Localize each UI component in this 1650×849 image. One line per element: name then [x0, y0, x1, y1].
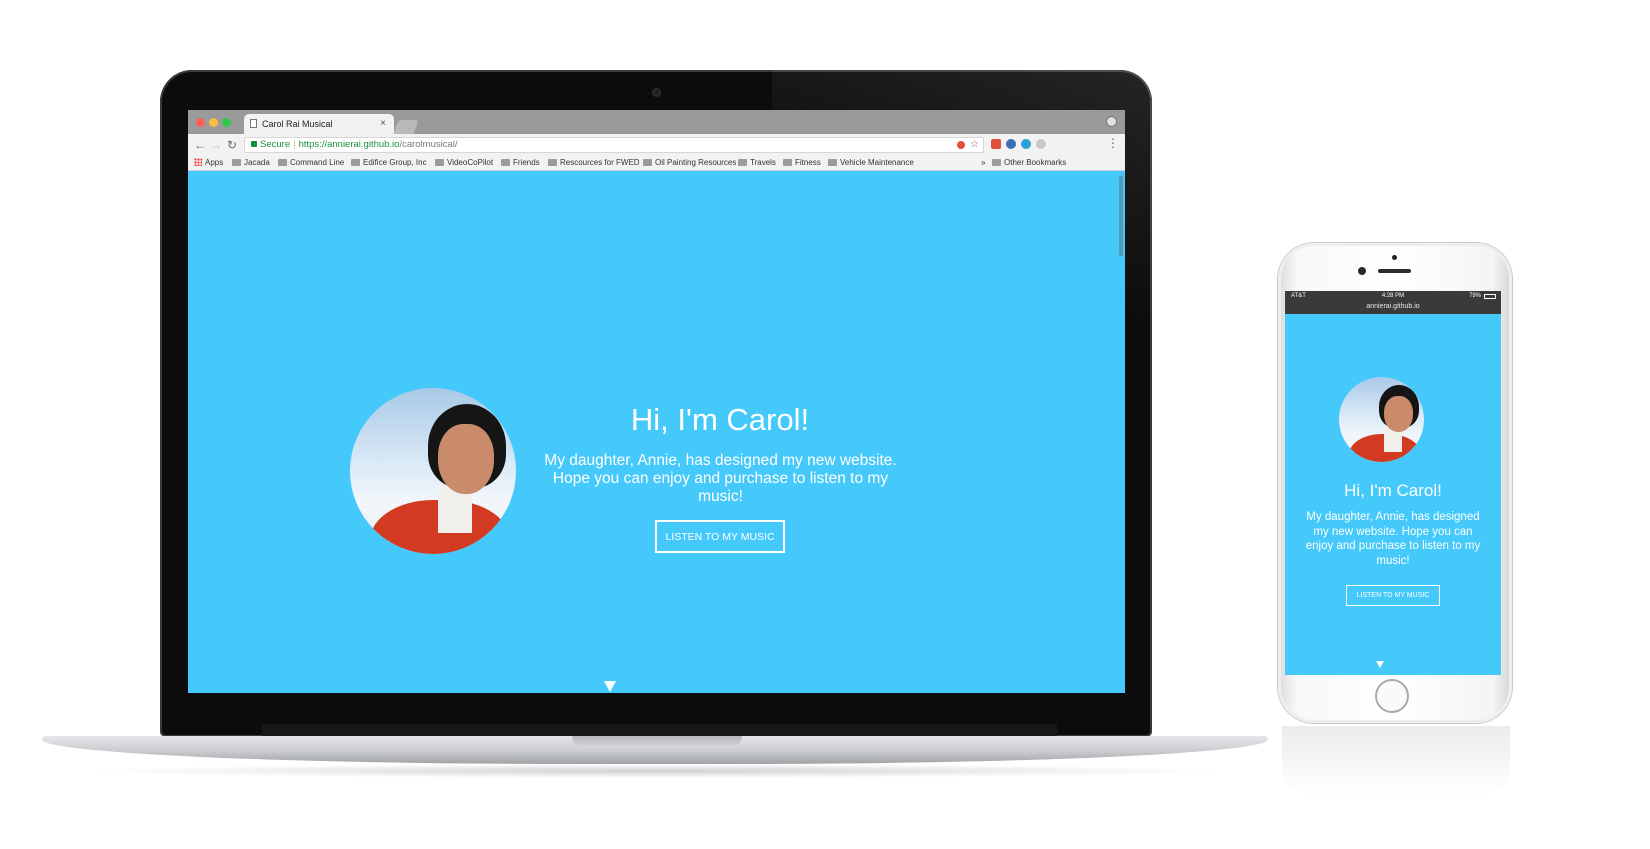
- bookmark-other-bookmarks[interactable]: Other Bookmarks: [992, 157, 1066, 169]
- laptop-camera: [652, 88, 661, 97]
- minimize-window-button[interactable]: [209, 118, 218, 127]
- folder-icon: [501, 159, 510, 166]
- separator: |: [293, 139, 296, 150]
- bookmark-jacada[interactable]: Jacada: [232, 157, 270, 169]
- bookmark-vehicle-maintenance[interactable]: Vehicle Maintenance: [828, 157, 914, 169]
- phone-reflection: [1282, 726, 1510, 796]
- address-bar[interactable]: Secure | https://annierai.github.io/carolm…: [244, 137, 984, 153]
- laptop-base: [42, 736, 1268, 764]
- url-host: https://annierai.github.io: [298, 139, 400, 150]
- scroll-down-arrow-icon[interactable]: [604, 681, 616, 692]
- folder-icon: [992, 159, 1001, 166]
- bookmark-resources-fwed[interactable]: Rescources for FWED: [548, 157, 640, 169]
- bookmark-apps[interactable]: Apps: [194, 157, 223, 169]
- battery-icon: [1484, 294, 1496, 299]
- laptop-opening-notch: [572, 736, 742, 748]
- phone-camera: [1358, 267, 1366, 275]
- profile-photo-mobile: [1339, 377, 1424, 462]
- tab-title: Carol Rai Musical: [262, 119, 333, 129]
- folder-icon: [783, 159, 792, 166]
- bookmark-travels[interactable]: Travels: [738, 157, 776, 169]
- laptop-screen: Carol Rai Musical × ← → ↻ Secure | https:/…: [188, 110, 1125, 693]
- folder-icon: [232, 159, 241, 166]
- bookmarks-bar: Apps Jacada Command Line Edifice Group, …: [188, 156, 1125, 171]
- folder-icon: [351, 159, 360, 166]
- back-arrow-icon[interactable]: ←: [194, 137, 206, 153]
- apps-grid-icon: [194, 158, 202, 166]
- laptop-frame: Carol Rai Musical × ← → ↻ Secure | https:/…: [160, 70, 1152, 737]
- home-button[interactable]: [1375, 679, 1409, 713]
- profile-photo: [350, 388, 516, 554]
- forward-arrow-icon[interactable]: →: [210, 137, 222, 153]
- profile-icon[interactable]: [1106, 116, 1117, 127]
- photo-face: [1384, 396, 1413, 432]
- battery-label: 79%: [1468, 293, 1481, 299]
- bookmark-friends[interactable]: Friends: [501, 157, 540, 169]
- browser-toolbar: ← → ↻ Secure | https://annierai.github.io/…: [188, 134, 1125, 156]
- browser-menu-icon[interactable]: ⋮: [1107, 136, 1119, 150]
- tab-close-icon[interactable]: ×: [380, 114, 386, 134]
- extension-badge-icon[interactable]: [957, 141, 965, 149]
- listen-music-button[interactable]: LISTEN TO MY MUSIC: [655, 520, 785, 553]
- hero-title-mobile: Hi, I'm Carol!: [1344, 481, 1442, 500]
- scroll-down-arrow-icon[interactable]: [1376, 661, 1384, 668]
- document-icon: [250, 119, 257, 128]
- bookmark-command-line[interactable]: Command Line: [278, 157, 344, 169]
- bookmark-fitness[interactable]: Fitness: [783, 157, 821, 169]
- browser-tab[interactable]: Carol Rai Musical ×: [244, 114, 394, 134]
- browser-titlebar: Carol Rai Musical ×: [188, 110, 1125, 134]
- folder-icon: [643, 159, 652, 166]
- phone-sensor: [1392, 255, 1397, 260]
- listen-music-button-mobile[interactable]: LISTEN TO MY MUSIC: [1346, 585, 1440, 606]
- bookmarks-overflow-icon[interactable]: »: [981, 157, 985, 169]
- extension-icon-3[interactable]: [1021, 139, 1031, 149]
- bookmark-videocopilot[interactable]: VideoCoPilot: [435, 157, 493, 169]
- folder-icon: [435, 159, 444, 166]
- hero-title: Hi, I'm Carol!: [630, 402, 810, 437]
- new-tab-button[interactable]: [393, 120, 419, 134]
- reload-icon[interactable]: ↻: [227, 137, 237, 153]
- laptop-shadow: [80, 764, 1230, 778]
- url-path: /carolmusical/: [399, 139, 458, 150]
- bookmark-oil-painting[interactable]: Oil Painting Resources: [643, 157, 736, 169]
- photo-face: [438, 424, 494, 494]
- hero-description: My daughter, Annie, has designed my new …: [544, 452, 897, 505]
- maximize-window-button[interactable]: [222, 118, 231, 127]
- phone-url: annierai.github.io: [1366, 303, 1420, 310]
- folder-icon: [548, 159, 557, 166]
- extension-icon-2[interactable]: [1006, 139, 1016, 149]
- lock-icon: [251, 141, 257, 147]
- page-scrollbar[interactable]: [1119, 176, 1123, 256]
- close-window-button[interactable]: [196, 118, 205, 127]
- phone-screen: AT&T 4:28 PM 79% annierai.github.io Hi, …: [1285, 291, 1501, 675]
- phone-speaker: [1378, 269, 1411, 273]
- folder-icon: [278, 159, 287, 166]
- phone-address-bar[interactable]: annierai.github.io: [1285, 301, 1501, 314]
- folder-icon: [738, 159, 747, 166]
- hero-description-mobile: My daughter, Annie, has designed my new …: [1305, 511, 1481, 567]
- extension-icon-1[interactable]: [991, 139, 1001, 149]
- secure-label: Secure: [260, 139, 291, 150]
- bookmark-star-icon[interactable]: ☆: [970, 138, 979, 152]
- phone-status-bar: AT&T 4:28 PM 79%: [1285, 291, 1501, 301]
- folder-icon: [828, 159, 837, 166]
- extension-icon-4[interactable]: [1036, 139, 1046, 149]
- bookmark-edifice-group[interactable]: Edifice Group, Inc: [351, 157, 427, 169]
